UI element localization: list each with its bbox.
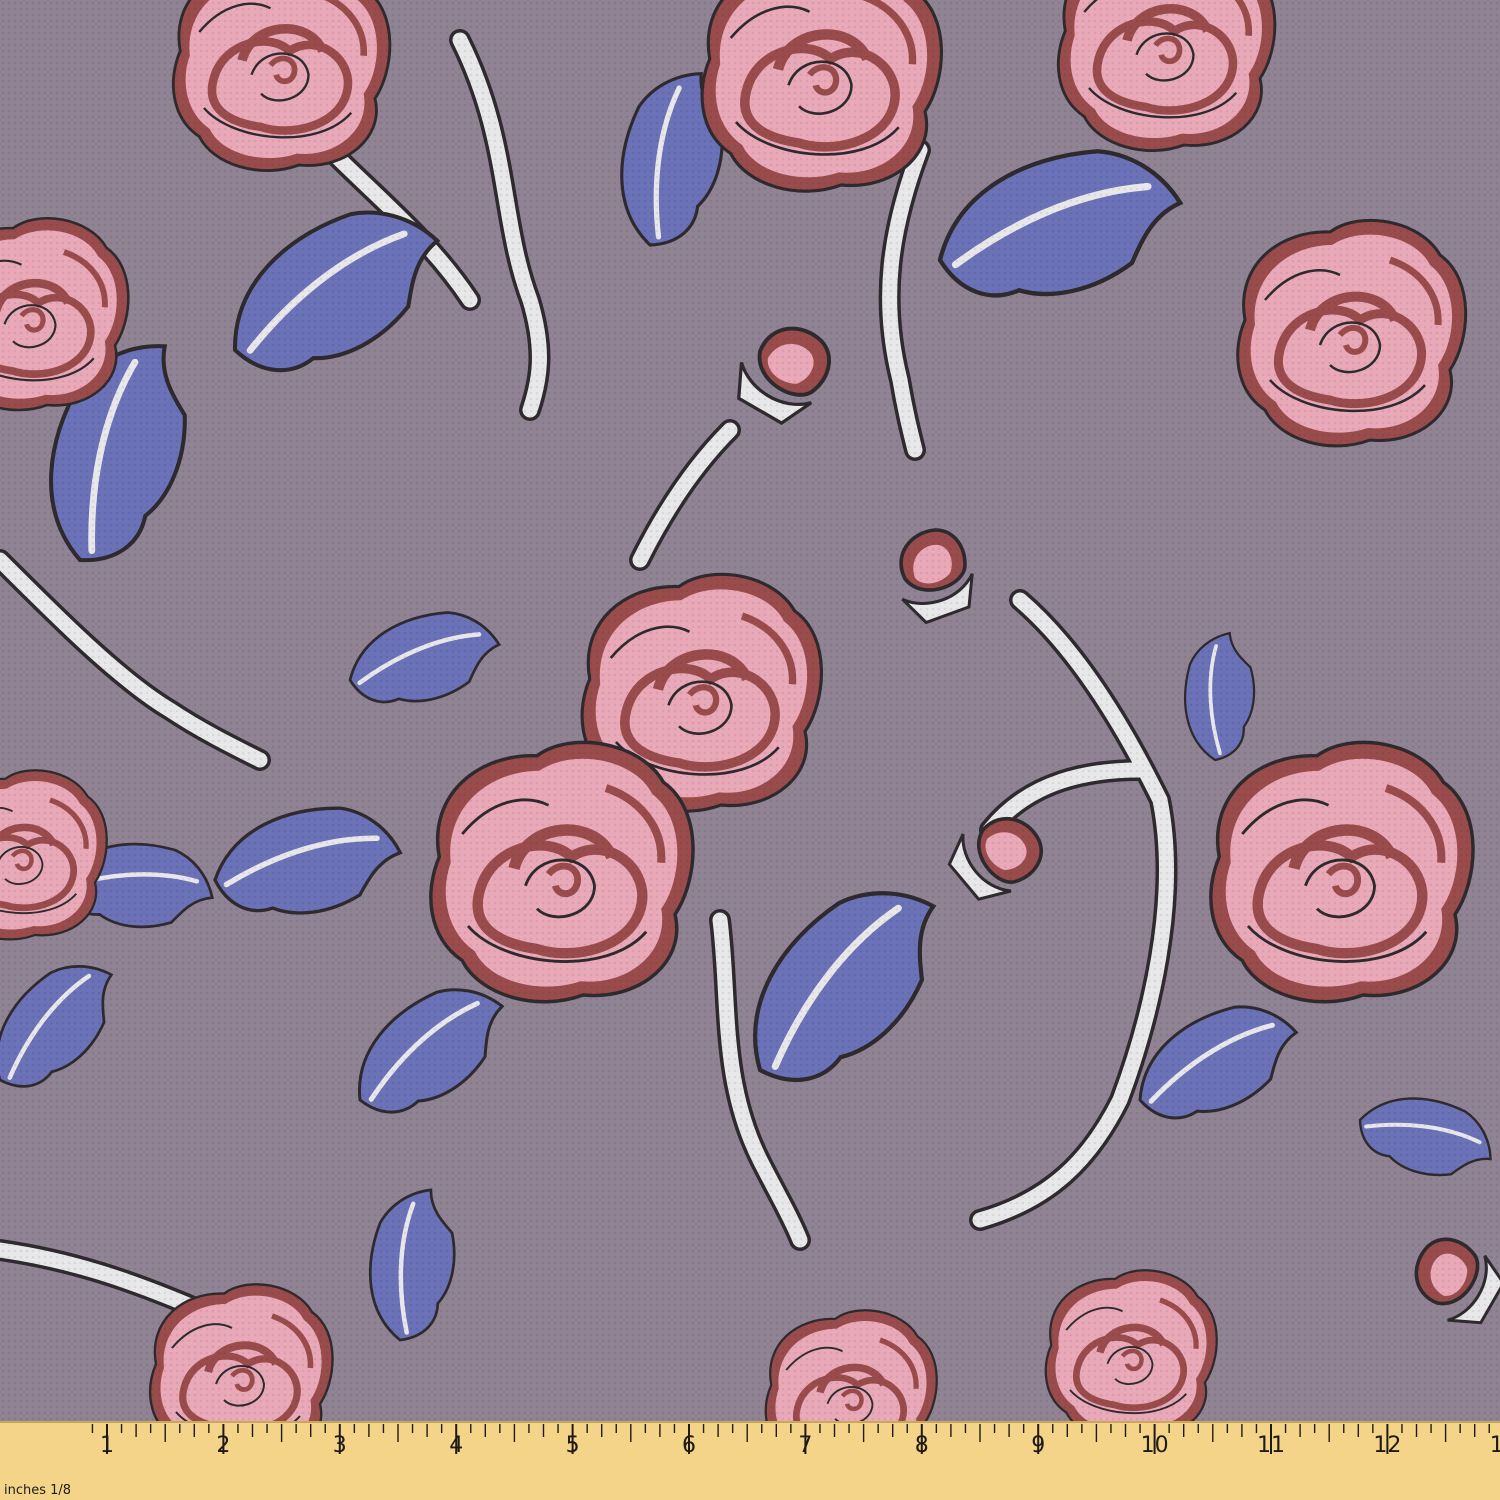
ruler-number: 13 [1490, 1433, 1500, 1458]
fabric-swatch: 12345678910111213 inches 1/8 [0, 0, 1500, 1500]
ruler-number: 6 [682, 1433, 696, 1458]
ruler-number: 9 [1031, 1433, 1045, 1458]
ruler-number: 11 [1257, 1433, 1285, 1458]
ruler-number: 12 [1373, 1433, 1401, 1458]
ruler-number: 5 [566, 1433, 580, 1458]
ruler-number: 7 [798, 1433, 812, 1458]
ruler-number: 8 [915, 1433, 929, 1458]
ruler-number: 3 [333, 1433, 347, 1458]
ruler-number: 10 [1141, 1433, 1169, 1458]
ruler-unit-label: inches 1/8 [4, 1483, 71, 1498]
ruler: 12345678910111213 inches 1/8 [0, 1421, 1500, 1500]
weave-texture [0, 0, 1500, 1425]
ruler-number: 2 [216, 1433, 230, 1458]
ruler-number: 1 [100, 1433, 114, 1458]
ruler-number: 4 [449, 1433, 463, 1458]
